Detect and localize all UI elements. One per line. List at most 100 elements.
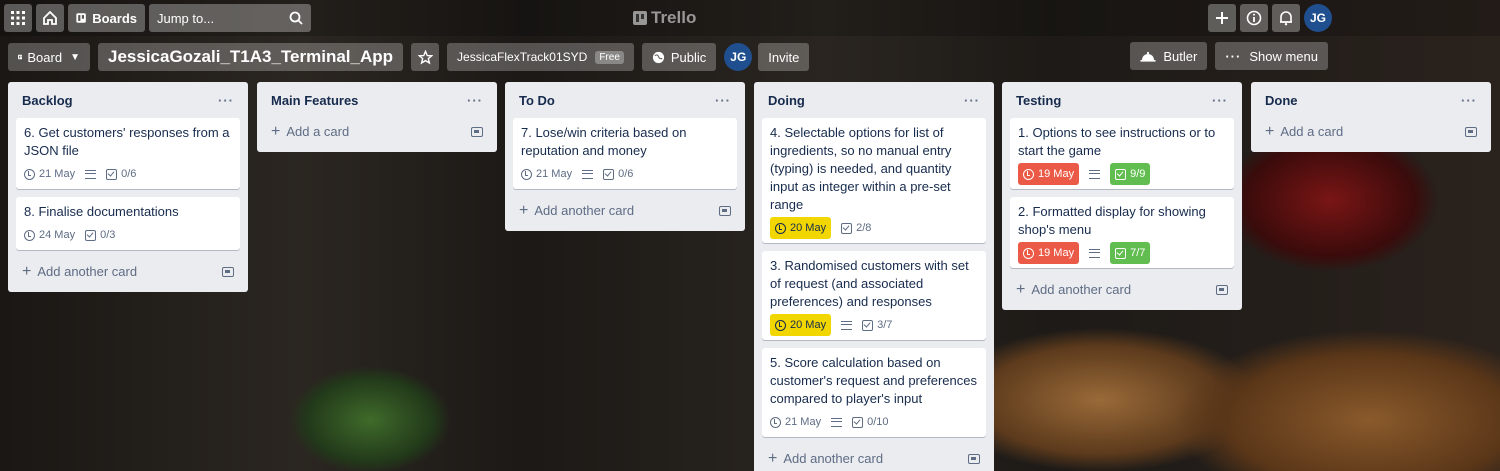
- add-card-label: Add a card: [1280, 124, 1344, 139]
- card-badges: 20 May 2/8: [770, 217, 978, 239]
- add-card-label: Add another card: [1031, 282, 1132, 297]
- add-card-button[interactable]: + Add another card: [513, 197, 737, 225]
- checklist-count: 2/8: [856, 222, 872, 234]
- card[interactable]: 6. Get customers' responses from a JSON …: [16, 118, 240, 189]
- list-done: Done ··· + Add a card: [1251, 82, 1491, 152]
- card-badges: 21 May 0/10: [770, 411, 978, 433]
- apps-grid-icon[interactable]: [4, 4, 32, 32]
- board-view-icon: [18, 54, 23, 60]
- boards-button[interactable]: Boards: [68, 4, 145, 32]
- trello-logo-text: Trello: [651, 8, 697, 27]
- list-doing: Doing ··· 4. Selectable options for list…: [754, 82, 994, 471]
- list-title[interactable]: To Do: [519, 93, 555, 108]
- board-member-avatar[interactable]: JG: [724, 43, 753, 71]
- clock-icon: [1023, 168, 1034, 180]
- card-badges: 20 May 3/7: [770, 314, 978, 336]
- due-date-badge: 20 May: [770, 314, 832, 336]
- list-header[interactable]: To Do ···: [513, 82, 737, 118]
- butler-button[interactable]: Butler: [1130, 42, 1208, 70]
- due-date: 24 May: [39, 229, 76, 241]
- home-icon[interactable]: [36, 4, 64, 32]
- list-title[interactable]: Testing: [1016, 93, 1061, 108]
- visibility-button[interactable]: Public: [641, 43, 717, 71]
- topbar-right-tools: JG: [1208, 4, 1332, 32]
- card-template-icon[interactable]: [719, 206, 731, 216]
- card-badges: 21 May 0/6: [521, 163, 729, 185]
- list-menu-icon[interactable]: ···: [1461, 93, 1477, 108]
- clock-icon: [770, 416, 781, 428]
- trello-logo[interactable]: Trello: [633, 8, 696, 28]
- plus-icon: +: [768, 450, 778, 467]
- star-icon[interactable]: [411, 43, 440, 71]
- description-icon: [85, 169, 97, 179]
- boards-icon: [76, 13, 86, 23]
- clock-icon: [775, 222, 786, 234]
- checklist-count: 9/9: [1130, 168, 1146, 180]
- due-date-badge: 20 May: [770, 217, 832, 239]
- due-date-badge: 21 May: [24, 165, 75, 183]
- card[interactable]: 7. Lose/win criteria based on reputation…: [513, 118, 737, 189]
- due-date: 21 May: [536, 168, 573, 180]
- list-menu-icon[interactable]: ···: [467, 93, 483, 108]
- list-header[interactable]: Doing ···: [762, 82, 986, 118]
- card[interactable]: 4. Selectable options for list of ingred…: [762, 118, 986, 243]
- list-menu-icon[interactable]: ···: [1212, 93, 1228, 108]
- card[interactable]: 2. Formatted display for showing shop's …: [1010, 197, 1234, 268]
- list-title[interactable]: Doing: [768, 93, 805, 108]
- add-card-button[interactable]: + Add another card: [16, 258, 240, 286]
- card-badges: 19 May 7/7: [1018, 242, 1226, 264]
- checklist-icon: [1115, 168, 1127, 180]
- checklist-badge: 9/9: [1110, 163, 1151, 185]
- list-title[interactable]: Done: [1265, 93, 1298, 108]
- team-label: JessicaFlexTrack01SYD: [457, 50, 588, 64]
- add-card-button[interactable]: + Add a card: [265, 118, 489, 146]
- card[interactable]: 5. Score calculation based on customer's…: [762, 348, 986, 437]
- create-plus-icon[interactable]: [1208, 4, 1236, 32]
- due-date-badge: 21 May: [521, 165, 572, 183]
- card-badges: 24 May 0/3: [24, 224, 232, 246]
- checklist-icon: [852, 416, 864, 428]
- butler-label: Butler: [1163, 48, 1198, 64]
- list-header[interactable]: Done ···: [1259, 82, 1483, 118]
- list-to-do: To Do ··· 7. Lose/win criteria based on …: [505, 82, 745, 231]
- notifications-bell-icon[interactable]: [1272, 4, 1300, 32]
- card-template-icon[interactable]: [968, 454, 980, 464]
- add-card-button[interactable]: + Add a card: [1259, 118, 1483, 146]
- list-menu-icon[interactable]: ···: [715, 93, 731, 108]
- card-template-icon[interactable]: [222, 267, 234, 277]
- list-menu-icon[interactable]: ···: [218, 93, 234, 108]
- list-title[interactable]: Main Features: [271, 93, 358, 108]
- card[interactable]: 1. Options to see instructions or to sta…: [1010, 118, 1234, 189]
- top-navigation-bar: Boards Jump to... Trello JG: [0, 0, 1500, 36]
- list-header[interactable]: Testing ···: [1010, 82, 1234, 118]
- due-date: 21 May: [785, 416, 822, 428]
- card[interactable]: 3. Randomised customers with set of requ…: [762, 251, 986, 340]
- search-input[interactable]: Jump to...: [149, 4, 311, 32]
- invite-button[interactable]: Invite: [758, 43, 810, 71]
- due-date: 21 May: [39, 168, 76, 180]
- board-title[interactable]: JessicaGozali_T1A3_Terminal_App: [98, 43, 404, 71]
- add-card-button[interactable]: + Add another card: [1010, 276, 1234, 304]
- card[interactable]: 8. Finalise documentations 24 May 0/3: [16, 197, 240, 250]
- card-template-icon[interactable]: [471, 127, 483, 137]
- checklist-icon: [1115, 247, 1127, 259]
- card-badges: 19 May 9/9: [1018, 163, 1226, 185]
- info-icon[interactable]: [1240, 4, 1268, 32]
- description-icon: [1089, 248, 1101, 258]
- due-date-badge: 21 May: [770, 413, 821, 431]
- card-template-icon[interactable]: [1465, 127, 1477, 137]
- due-date: 20 May: [790, 319, 827, 331]
- card-title: 5. Score calculation based on customer's…: [770, 355, 977, 406]
- card-template-icon[interactable]: [1216, 285, 1228, 295]
- board-view-switcher[interactable]: Board ▼: [8, 43, 90, 71]
- list-menu-icon[interactable]: ···: [964, 93, 980, 108]
- team-button[interactable]: JessicaFlexTrack01SYD Free: [447, 43, 634, 71]
- show-menu-button[interactable]: ··· Show menu: [1215, 42, 1328, 70]
- list-main-features: Main Features ··· + Add a card: [257, 82, 497, 152]
- user-avatar[interactable]: JG: [1304, 4, 1332, 32]
- checklist-badge: 0/6: [106, 165, 136, 183]
- list-header[interactable]: Main Features ···: [265, 82, 489, 118]
- list-header[interactable]: Backlog ···: [16, 82, 240, 118]
- list-title[interactable]: Backlog: [22, 93, 73, 108]
- add-card-button[interactable]: + Add another card: [762, 445, 986, 471]
